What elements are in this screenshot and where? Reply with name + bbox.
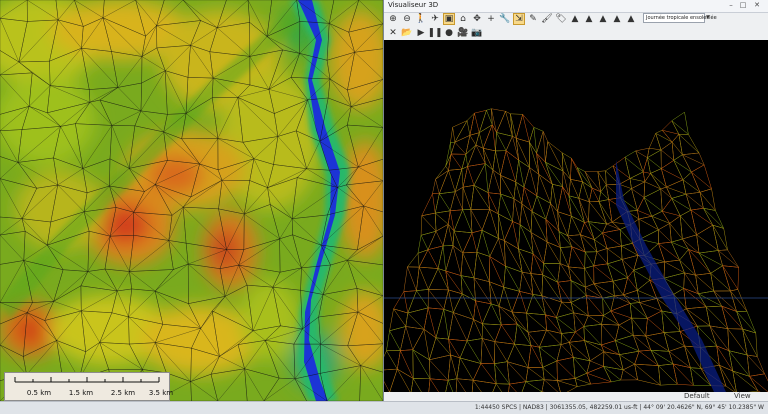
scale-label: 2.5 km: [110, 389, 136, 397]
terrain-reset-icon[interactable]: ▲: [625, 13, 637, 25]
center-icon[interactable]: ✥: [471, 13, 483, 25]
maximize-button[interactable]: □: [738, 1, 748, 9]
zoom-in-icon[interactable]: ⊕: [387, 13, 399, 25]
scale-bar: 0.5 km 1.5 km 2.5 km 3.5 km: [4, 372, 174, 401]
scale-label: 0.5 km: [26, 389, 52, 397]
scale-label: 3.5 km: [148, 389, 174, 397]
terrain-up-icon[interactable]: ▲: [569, 13, 581, 25]
record-icon[interactable]: ●: [443, 27, 455, 39]
close-button[interactable]: ✕: [752, 1, 762, 9]
chevron-down-icon[interactable]: ▾: [706, 13, 710, 21]
tool-icon[interactable]: 🔧: [499, 13, 511, 25]
play-icon[interactable]: ▶: [415, 27, 427, 39]
fly-icon[interactable]: ✈: [429, 13, 441, 25]
pencil-icon[interactable]: ✎: [527, 13, 539, 25]
terrain-down-icon[interactable]: ▲: [583, 13, 595, 25]
viewer-3d-canvas[interactable]: [384, 40, 768, 392]
camera-icon[interactable]: 📷: [471, 27, 483, 39]
zoom-out-icon[interactable]: ⊖: [401, 13, 413, 25]
coordinate-readout: 1:44450 SPCS | NAD83 | 3061355.05, 48225…: [474, 404, 764, 411]
viewer-toolbar-secondary: ✕ 📂 ▶ ❚❚ ● 🎥 📷: [384, 26, 768, 40]
home-icon[interactable]: ⌂: [457, 13, 469, 25]
scene-preset-dropdown[interactable]: Journée tropicale ensoleillée: [643, 13, 717, 23]
pause-icon[interactable]: ❚❚: [427, 27, 442, 39]
scale-bar-ruler: [14, 377, 160, 383]
walk-icon[interactable]: 🚶: [415, 13, 427, 25]
close-tool-icon[interactable]: ✕: [387, 27, 399, 39]
viewer-status-row: Default View: [384, 392, 768, 401]
minimize-button[interactable]: –: [726, 1, 736, 9]
terrain-map-view[interactable]: 0.5 km 1.5 km 2.5 km 3.5 km: [0, 0, 383, 401]
open-tool-icon[interactable]: 📂: [401, 27, 413, 39]
crosshair-icon[interactable]: +: [485, 13, 497, 25]
status-view: View: [734, 392, 751, 400]
status-default: Default: [684, 392, 710, 400]
viewer-title: Visualiseur 3D: [388, 1, 439, 9]
tag-icon[interactable]: 🏷: [555, 13, 567, 25]
terrain-left-icon[interactable]: ▲: [597, 13, 609, 25]
brush-icon[interactable]: 🖌: [541, 13, 553, 25]
camera-video-icon[interactable]: 🎥: [457, 27, 469, 39]
app-status-bar: 1:44450 SPCS | NAD83 | 3061355.05, 48225…: [0, 401, 768, 414]
terrain-right-icon[interactable]: ▲: [611, 13, 623, 25]
select-icon[interactable]: ⇲: [513, 13, 525, 25]
frame-icon[interactable]: ▣: [443, 13, 455, 25]
terrain-map-canvas[interactable]: [0, 0, 383, 401]
viewer-3d-window: Visualiseur 3D – □ ✕ ⊕ ⊖ 🚶 ✈ ▣ ⌂ ✥ + 🔧 ⇲ ✎ 🖌 🏷 ▲ ▲ ▲ ▲ ▲ …: [383, 0, 768, 401]
scale-label: 1.5 km: [68, 389, 94, 397]
terrain-wireframe: [384, 108, 768, 392]
